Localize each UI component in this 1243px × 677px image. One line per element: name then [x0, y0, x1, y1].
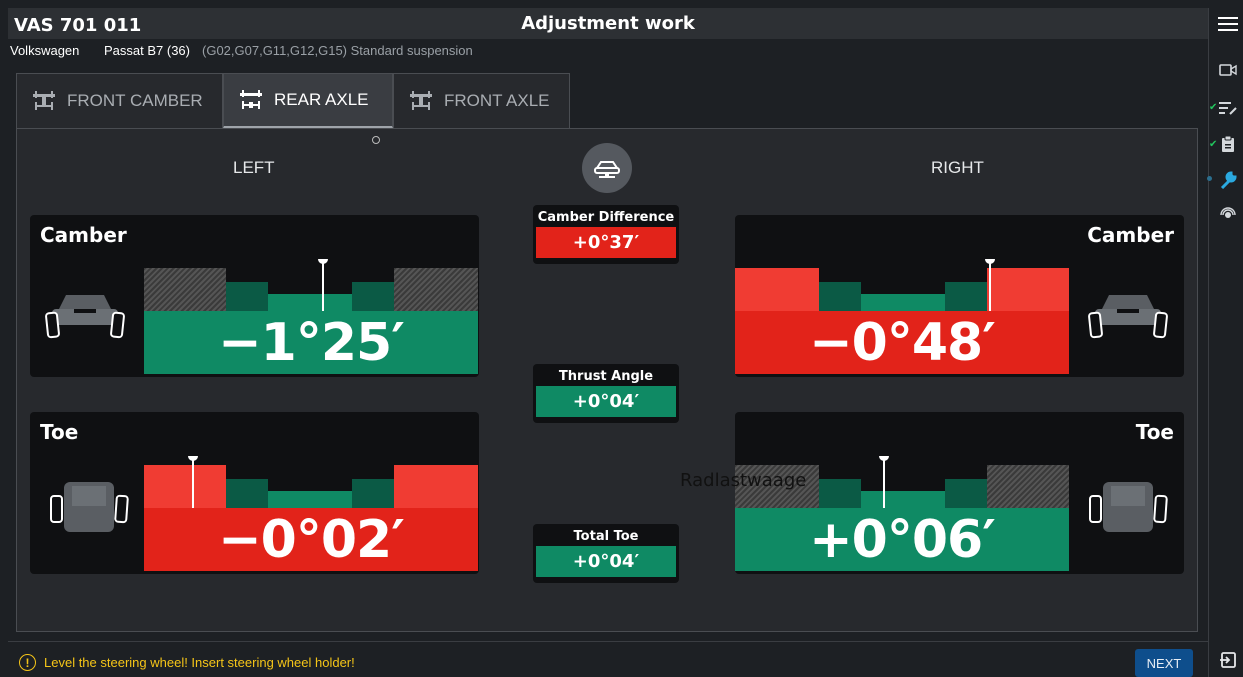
thrust-angle-box: Thrust Angle +0°04′ [533, 364, 679, 423]
wrench-icon[interactable] [1216, 168, 1240, 192]
right-camber-gauge: −0°48′ [735, 259, 1069, 374]
left-toe-panel: Toe −0°02′ [30, 412, 479, 574]
total-toe-box: Total Toe +0°04′ [533, 524, 679, 583]
right-camber-value: −0°48′ [735, 311, 1069, 374]
thrust-angle-value: +0°04′ [536, 386, 676, 417]
title-bar: VAS 701 011 Adjustment work [8, 8, 1208, 39]
tab-front-camber[interactable]: FRONT CAMBER [16, 73, 223, 128]
vehicle-model: Passat B7 (36) [104, 43, 190, 58]
exit-icon[interactable] [1216, 648, 1240, 672]
right-side-label: RIGHT [931, 158, 984, 177]
rear-car-toe-icon [1089, 482, 1168, 532]
warning-icon: ! [19, 654, 36, 671]
total-toe-value: +0°04′ [536, 546, 676, 577]
camber-difference-box: Camber Difference +0°37′ [533, 205, 679, 264]
edit-list-icon[interactable] [1216, 96, 1240, 120]
panel-title: Camber [40, 223, 127, 247]
right-toe-value: +0°06′ [735, 508, 1069, 571]
panel-title: Toe [1135, 420, 1174, 444]
camber-difference-label: Camber Difference [537, 210, 675, 225]
next-button[interactable]: NEXT [1135, 649, 1193, 677]
left-side-label: LEFT [233, 158, 275, 177]
page-title: Adjustment work [521, 13, 695, 34]
panel-title: Camber [1087, 223, 1174, 247]
left-camber-panel: Camber −1°25′ [30, 215, 479, 377]
car-lift-icon [594, 161, 620, 178]
total-toe-label: Total Toe [573, 529, 639, 544]
overlay-label: Radlastwaage [680, 470, 807, 491]
camera-icon[interactable] [1216, 58, 1240, 82]
right-camber-panel: Camber −0°48′ [735, 215, 1184, 377]
tab-label: FRONT AXLE [444, 91, 550, 110]
rear-car-camber-icon [1088, 295, 1168, 339]
tab-label: REAR AXLE [274, 90, 369, 109]
car-lift-icon [240, 90, 262, 109]
tab-label: FRONT CAMBER [67, 91, 203, 110]
warning-message: ! Level the steering wheel! Insert steer… [19, 654, 355, 671]
car-view-button[interactable] [582, 143, 632, 193]
left-camber-gauge: −1°25′ [144, 259, 478, 374]
car-lift-icon [33, 91, 55, 110]
panel-title: Toe [40, 420, 79, 444]
active-indicator [1207, 176, 1212, 181]
tab-front-axle[interactable]: FRONT AXLE [393, 73, 570, 128]
right-toe-panel: Toe +0°06′ [735, 412, 1184, 574]
thrust-angle-label: Thrust Angle [558, 369, 654, 384]
left-camber-value: −1°25′ [144, 311, 478, 374]
left-toe-gauge: −0°02′ [144, 456, 478, 571]
sensor-icon[interactable] [1216, 203, 1240, 227]
cursor-marker [372, 136, 380, 144]
vehicle-info-bar: Volkswagen Passat B7 (36) (G02,G07,G11,G… [8, 39, 1208, 61]
rear-car-toe-icon [50, 482, 129, 532]
tab-bar: FRONT CAMBER REAR AXLE FRONT AXLE [16, 73, 570, 129]
vehicle-suspension: (G02,G07,G11,G12,G15) Standard suspensio… [202, 43, 473, 58]
footer-bar: ! Level the steering wheel! Insert steer… [8, 641, 1208, 677]
tab-rear-axle[interactable]: REAR AXLE [223, 73, 393, 128]
rear-car-camber-icon [45, 295, 125, 339]
left-toe-value: −0°02′ [144, 508, 478, 571]
side-rail: ✔ ✔ [1207, 8, 1243, 677]
car-lift-icon [410, 91, 432, 110]
vehicle-make: Volkswagen [10, 43, 80, 58]
clipboard-icon[interactable] [1216, 132, 1240, 156]
camber-difference-value: +0°37′ [536, 227, 676, 258]
menu-icon[interactable] [1216, 12, 1240, 36]
warning-text: Level the steering wheel! Insert steerin… [44, 655, 355, 670]
